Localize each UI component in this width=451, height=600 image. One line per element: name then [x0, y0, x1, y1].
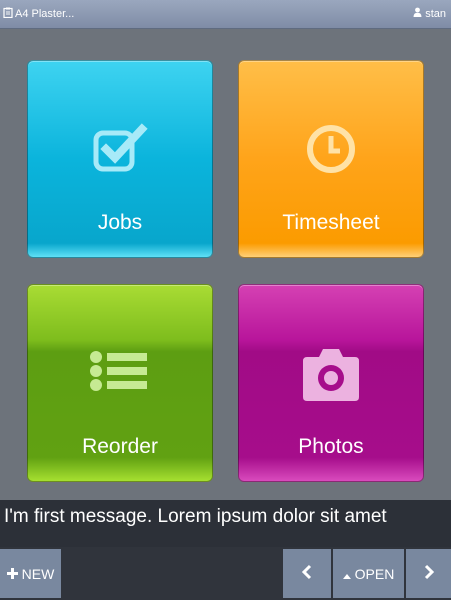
new-button[interactable]: NEW [0, 549, 61, 598]
tile-label: Jobs [97, 211, 143, 234]
plus-icon [6, 566, 18, 582]
tile-photos[interactable]: Photos [238, 284, 424, 482]
tile-label: Photos [298, 435, 364, 458]
open-button-label: OPEN [354, 565, 395, 582]
chevron-left-icon [301, 564, 313, 583]
checkbox-icon [28, 123, 212, 175]
clipboard-icon [3, 7, 13, 21]
tile-label: Timesheet [282, 211, 380, 234]
top-bar: A4 Plaster... stan [0, 0, 451, 29]
message-bar[interactable]: I'm first message. Lorem ipsum dolor sit… [0, 500, 451, 547]
user-icon [413, 7, 422, 20]
tile-reorder[interactable]: Reorder [27, 284, 213, 482]
message-text: I'm first message. Lorem ipsum dolor sit… [4, 506, 387, 527]
tile-label: Reorder [82, 435, 158, 458]
new-button-label: NEW [21, 565, 55, 582]
app-title: A4 Plaster... [15, 8, 75, 20]
open-button[interactable]: OPEN [333, 549, 404, 598]
user-name: stan [425, 7, 446, 20]
next-button[interactable] [406, 549, 451, 598]
tile-timesheet[interactable]: Timesheet [238, 60, 424, 258]
app-title-group: A4 Plaster... [3, 7, 74, 21]
bottom-toolbar: NEW OPEN [0, 547, 451, 600]
user-menu[interactable]: stan [413, 7, 446, 20]
clock-icon [239, 123, 423, 175]
camera-icon [239, 347, 423, 403]
caret-up-icon [342, 566, 351, 582]
tile-jobs[interactable]: Jobs [27, 60, 213, 258]
chevron-right-icon [423, 564, 435, 583]
prev-button[interactable] [283, 549, 331, 598]
list-icon [28, 347, 212, 399]
